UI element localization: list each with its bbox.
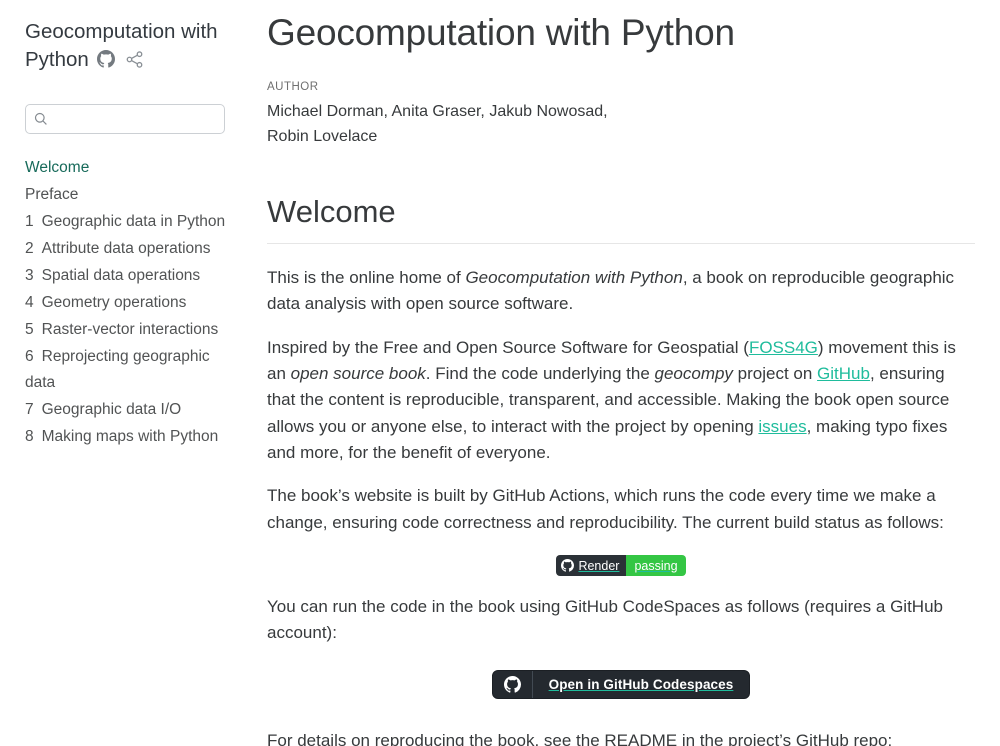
chapter-number: 4 <box>25 294 34 311</box>
chapter-label: Geographic data in Python <box>42 213 226 230</box>
emphasized-text: geocompy <box>655 364 733 383</box>
open-codespaces-button[interactable]: Open in GitHub Codespaces <box>492 670 751 699</box>
authors: Michael Dorman, Anita Graser, Jakub Nowo… <box>267 100 975 150</box>
github-icon[interactable] <box>97 50 115 68</box>
chapter-number: 6 <box>25 348 34 365</box>
sidebar-item-chapter-8[interactable]: 8 Making maps with Python <box>25 424 227 450</box>
chapter-number: 7 <box>25 401 34 418</box>
chapter-label: Spatial data operations <box>42 267 201 284</box>
chapter-label: Attribute data operations <box>42 240 211 257</box>
github-icon <box>561 559 574 572</box>
chapter-number: 2 <box>25 240 34 257</box>
page-title: Geocomputation with Python <box>267 12 975 54</box>
sidebar-item-chapter-7[interactable]: 7 Geographic data I/O <box>25 397 227 423</box>
chapter-label: Reprojecting geographic data <box>25 348 210 391</box>
sidebar-item-chapter-1[interactable]: 1 Geographic data in Python <box>25 209 227 235</box>
sidebar: Geocomputation with Python Welcome <box>25 18 227 451</box>
chapter-label: Making maps with Python <box>42 428 219 445</box>
codespaces-row: Open in GitHub Codespaces <box>267 670 975 699</box>
codespaces-button-label: Open in GitHub Codespaces <box>533 671 750 698</box>
text-link[interactable]: issues <box>758 417 806 436</box>
main-content: Geocomputation with Python AUTHOR Michae… <box>267 12 975 746</box>
badge-left-label: Render <box>578 559 619 573</box>
chapter-label: Raster-vector interactions <box>42 321 219 338</box>
sidebar-book-title: Geocomputation with Python <box>25 18 227 75</box>
sidebar-item-chapter-6[interactable]: 6Reprojecting geographic data <box>25 344 227 396</box>
render-status-badge[interactable]: Render passing <box>556 555 685 576</box>
section-heading-welcome: Welcome <box>267 194 975 244</box>
sidebar-item-chapter-2[interactable]: 2 Attribute data operations <box>25 236 227 262</box>
badge-left: Render <box>556 555 626 576</box>
sidebar-toc: Welcome Preface 1 Geographic data in Pyth… <box>25 155 227 450</box>
paragraph-build-status: The book’s website is built by GitHub Ac… <box>267 483 975 536</box>
text-link[interactable]: FOSS4G <box>749 338 818 357</box>
paragraph-readme: For details on reproducing the book, see… <box>267 728 975 746</box>
badge-status: passing <box>626 555 685 576</box>
chapter-label: Geographic data I/O <box>42 401 182 418</box>
text-run: You can run the code in the book using G… <box>267 597 943 642</box>
text-run: The book’s website is built by GitHub Ac… <box>267 486 944 531</box>
text-run: For details on reproducing the book, see… <box>267 731 892 746</box>
chapter-number: 8 <box>25 428 34 445</box>
chapter-label: Geometry operations <box>42 294 187 311</box>
text-run: This is the online home of <box>267 268 465 287</box>
sidebar-item-welcome[interactable]: Welcome <box>25 155 227 181</box>
sidebar-item-chapter-4[interactable]: 4 Geometry operations <box>25 290 227 316</box>
share-icon[interactable] <box>126 51 143 68</box>
author-label: AUTHOR <box>267 81 975 93</box>
chapter-number: 5 <box>25 321 34 338</box>
sidebar-item-preface[interactable]: Preface <box>25 182 227 208</box>
sidebar-item-chapter-5[interactable]: 5 Raster-vector interactions <box>25 317 227 343</box>
sidebar-item-chapter-3[interactable]: 3 Spatial data operations <box>25 263 227 289</box>
github-icon <box>493 671 533 698</box>
prose: This is the online home of Geocomputatio… <box>267 265 975 746</box>
paragraph-open-source: Inspired by the Free and Open Source Sof… <box>267 335 975 467</box>
chapter-number: 1 <box>25 213 34 230</box>
text-run: project on <box>733 364 817 383</box>
emphasized-text: open source book <box>291 364 426 383</box>
paragraph-intro: This is the online home of Geocomputatio… <box>267 265 975 318</box>
search-input[interactable] <box>25 104 225 134</box>
text-run: . Find the code underlying the <box>426 364 655 383</box>
emphasized-text: Geocomputation with Python <box>465 268 682 287</box>
authors-line-1: Michael Dorman, Anita Graser, Jakub Nowo… <box>267 100 975 125</box>
text-run: Inspired by the Free and Open Source Sof… <box>267 338 749 357</box>
text-link[interactable]: GitHub <box>817 364 870 383</box>
sidebar-search <box>25 104 225 134</box>
paragraph-codespaces: You can run the code in the book using G… <box>267 594 975 647</box>
badge-row: Render passing <box>267 555 975 577</box>
chapter-number: 3 <box>25 267 34 284</box>
authors-line-2: Robin Lovelace <box>267 125 975 150</box>
